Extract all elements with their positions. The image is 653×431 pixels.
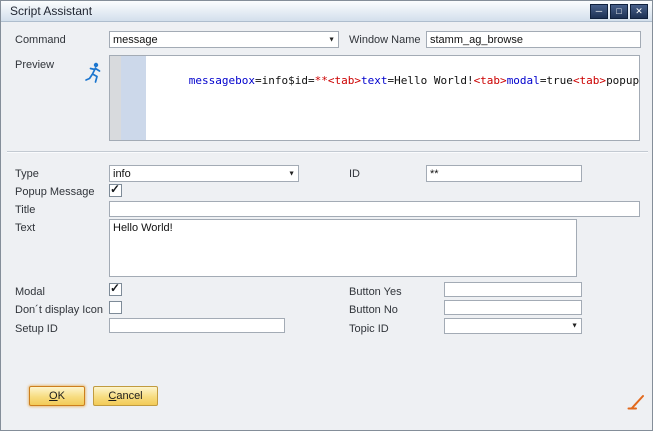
preview-code-area[interactable]: messagebox=info$id=**<tab>text=Hello Wor… (109, 55, 640, 141)
preview-gutter (110, 56, 121, 140)
command-dropdown-value: message (113, 34, 158, 46)
title-label: Title (15, 204, 35, 216)
run-script-icon (84, 61, 104, 90)
command-label: Command (15, 34, 66, 46)
id-input[interactable] (426, 165, 582, 182)
text-textarea[interactable]: Hello World! (109, 219, 577, 277)
setup-id-input[interactable] (109, 318, 285, 333)
ok-button-label: OK (30, 387, 84, 405)
text-label: Text (15, 222, 35, 234)
section-divider (7, 151, 648, 153)
code-segment: ** (315, 74, 328, 87)
code-segment: messagebox (189, 74, 255, 87)
command-dropdown[interactable]: message ▼ (109, 31, 339, 48)
minimize-button[interactable]: ─ (590, 4, 608, 19)
code-segment: =true (540, 74, 573, 87)
code-segment: <tab> (573, 74, 606, 87)
popup-message-checkbox[interactable]: ✓ (109, 184, 122, 197)
window-controls: ─ □ ✕ (590, 4, 648, 19)
topic-id-dropdown[interactable]: ▼ (444, 318, 582, 334)
cancel-button[interactable]: Cancel (93, 386, 158, 406)
checkmark-icon: ✓ (110, 184, 121, 195)
window-name-label: Window Name (349, 34, 421, 46)
checkmark-icon: ✓ (110, 283, 121, 294)
setup-id-label: Setup ID (15, 323, 58, 335)
resize-handle-icon[interactable] (625, 394, 647, 417)
chevron-down-icon: ▼ (288, 170, 295, 177)
button-yes-input[interactable] (444, 282, 582, 297)
title-input[interactable] (109, 201, 640, 217)
type-dropdown-value: info (113, 168, 131, 180)
code-segment: popup (606, 74, 639, 87)
window-name-input[interactable] (426, 31, 641, 48)
type-label: Type (15, 168, 39, 180)
popup-message-label: Popup Message (15, 186, 95, 198)
code-segment: text (361, 74, 388, 87)
button-yes-label: Button Yes (349, 286, 402, 298)
maximize-button[interactable]: □ (610, 4, 628, 19)
preview-label: Preview (15, 59, 54, 71)
chevron-down-icon: ▼ (571, 323, 578, 330)
titlebar: Script Assistant ─ □ ✕ (1, 1, 652, 22)
code-segment: modal (507, 74, 540, 87)
button-no-input[interactable] (444, 300, 582, 315)
modal-label: Modal (15, 286, 45, 298)
cancel-button-label: Cancel (94, 387, 157, 405)
preview-code-line: messagebox=info$id=**<tab>text=Hello Wor… (149, 61, 637, 100)
button-no-label: Button No (349, 304, 398, 316)
modal-checkbox[interactable]: ✓ (109, 283, 122, 296)
script-assistant-dialog: Script Assistant ─ □ ✕ Command message ▼… (0, 0, 653, 431)
id-label: ID (349, 168, 360, 180)
close-button[interactable]: ✕ (630, 4, 648, 19)
code-segment: =Hello World! (387, 74, 473, 87)
dont-display-icon-label: Don´t display Icon (15, 304, 103, 316)
topic-id-label: Topic ID (349, 323, 389, 335)
dont-display-icon-checkbox[interactable]: ✓ (109, 301, 122, 314)
ok-button[interactable]: OK (29, 386, 85, 406)
code-segment: =info$id= (255, 74, 315, 87)
code-segment: <tab> (474, 74, 507, 87)
window-title: Script Assistant (10, 4, 92, 18)
code-segment: <tab> (328, 74, 361, 87)
preview-margin (121, 56, 146, 140)
chevron-down-icon: ▼ (328, 36, 335, 43)
type-dropdown[interactable]: info ▼ (109, 165, 299, 182)
